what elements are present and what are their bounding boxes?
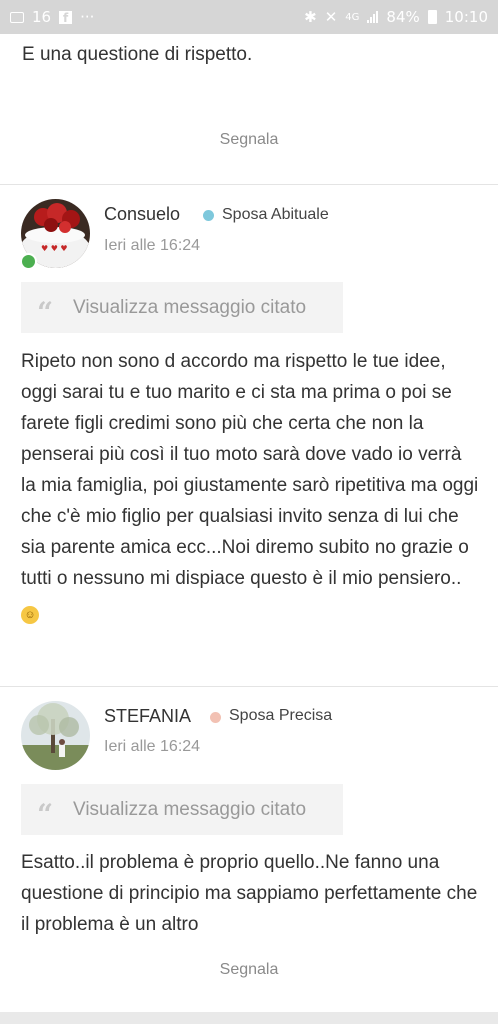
- clock: 10:10: [444, 8, 488, 26]
- network-type: 4G: [345, 11, 360, 23]
- facebook-icon: f: [59, 10, 73, 25]
- report-button[interactable]: Segnala: [0, 961, 498, 979]
- view-quoted-message-button[interactable]: “ Visualizza messaggio citato: [21, 784, 343, 835]
- smiling-face-emoji-icon: ☺: [21, 606, 39, 624]
- post-time: Ieri alle 16:24: [104, 237, 201, 254]
- mute-icon: ✕: [324, 8, 338, 26]
- username[interactable]: STEFANIA: [104, 706, 191, 727]
- rank-label: Sposa Precisa: [229, 707, 333, 724]
- report-button[interactable]: Segnala: [0, 131, 498, 149]
- bluetooth-icon: ✱: [304, 8, 317, 26]
- notification-count: 16: [32, 8, 52, 26]
- status-bar: 16 f ··· ✱ ✕ 4G 84% 10:10: [0, 0, 498, 34]
- quote-button-label: Visualizza messaggio citato: [73, 296, 307, 318]
- gallery-notification-icon: [10, 11, 24, 23]
- battery-percent: 84%: [386, 8, 420, 26]
- post-message: Ripeto non sono d accordo ma rispetto le…: [21, 346, 481, 625]
- rank-badge-icon: [210, 712, 221, 723]
- post-message: Esatto..il problema è proprio quello..Ne…: [21, 847, 481, 940]
- avatar[interactable]: [21, 701, 90, 770]
- signal-icon: [367, 11, 379, 23]
- username[interactable]: Consuelo: [104, 204, 180, 225]
- quote-button-label: Visualizza messaggio citato: [73, 798, 307, 820]
- online-status-dot: [20, 253, 37, 270]
- svg-text:♥ ♥ ♥: ♥ ♥ ♥: [41, 244, 68, 253]
- view-quoted-message-button[interactable]: “ Visualizza messaggio citato: [21, 282, 343, 333]
- avatar-park-image: [21, 701, 90, 770]
- rank-badge-icon: [203, 210, 214, 221]
- post-message-text: Ripeto non sono d accordo ma rispetto le…: [21, 351, 479, 589]
- divider: [0, 686, 498, 687]
- post-time: Ieri alle 16:24: [104, 738, 201, 755]
- rank-label: Sposa Abituale: [222, 206, 329, 223]
- divider: [0, 184, 498, 185]
- more-notifications-icon: ···: [80, 8, 95, 26]
- quote-icon: “: [37, 797, 54, 831]
- quote-icon: “: [37, 295, 54, 329]
- battery-icon: [427, 10, 437, 24]
- previous-post-text: E una questione di rispetto.: [22, 44, 253, 65]
- bottom-edge: [0, 1012, 498, 1024]
- post-message-text: Esatto..il problema è proprio quello..Ne…: [21, 852, 478, 935]
